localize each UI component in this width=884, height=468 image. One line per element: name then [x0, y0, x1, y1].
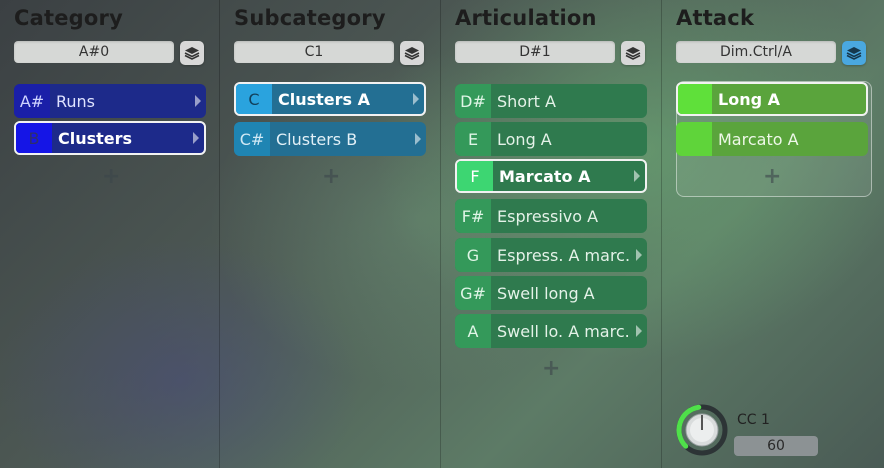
item-label: Espressivo A: [497, 206, 599, 226]
item-label: Runs: [56, 91, 96, 111]
cc-label: CC 1: [737, 412, 770, 428]
add-subcategory-plus-icon[interactable]: +: [322, 166, 340, 188]
knob-dial-icon: [676, 404, 728, 456]
item-key: A#: [14, 84, 50, 118]
articulation-item-short-a[interactable]: D# Short A: [455, 84, 647, 118]
arrow-right-icon: [413, 93, 419, 105]
attack-title: Attack: [676, 6, 755, 30]
articulation-item-marcato-a[interactable]: F Marcato A: [455, 159, 647, 193]
item-color-swatch: [678, 84, 712, 114]
add-articulation-plus-icon[interactable]: +: [542, 358, 560, 380]
articulation-item-espress-a-marc[interactable]: G Espress. A marc.: [455, 238, 647, 272]
articulation-field[interactable]: D#1: [455, 41, 615, 63]
attack-layer-button[interactable]: [842, 41, 866, 65]
stack-layers-icon: [846, 47, 862, 60]
arrow-right-icon: [193, 132, 199, 144]
category-title: Category: [14, 6, 123, 30]
add-category-plus-icon[interactable]: +: [102, 166, 120, 188]
category-layer-button[interactable]: [180, 41, 204, 65]
item-key: G#: [455, 276, 491, 310]
articulation-title: Articulation: [455, 6, 597, 30]
articulation-layer-button[interactable]: [621, 41, 645, 65]
subcategory-item-clusters-b[interactable]: C# Clusters B: [234, 122, 426, 156]
stack-layers-icon: [404, 47, 420, 60]
articulation-item-swell-long-a[interactable]: G# Swell long A: [455, 276, 647, 310]
stack-layers-icon: [625, 47, 641, 60]
subcategory-field[interactable]: C1: [234, 41, 394, 63]
attack-field[interactable]: Dim.Ctrl/A: [676, 41, 836, 63]
item-label: Clusters B: [276, 129, 358, 149]
category-item-clusters[interactable]: B Clusters: [14, 121, 206, 155]
arrow-right-icon: [634, 170, 640, 182]
arrow-right-icon: [636, 325, 642, 337]
subcategory-item-clusters-a[interactable]: C Clusters A: [234, 82, 426, 116]
item-label: Short A: [497, 91, 556, 111]
item-key: D#: [455, 84, 491, 118]
item-color-swatch: [676, 122, 712, 156]
articulation-item-espressivo-a[interactable]: F# Espressivo A: [455, 199, 647, 233]
item-key: B: [16, 123, 52, 153]
item-label: Long A: [497, 129, 552, 149]
arrow-right-icon: [195, 95, 201, 107]
item-key: A: [455, 314, 491, 348]
item-key: F: [457, 161, 493, 191]
item-label: Swell lo. A marc.: [497, 321, 630, 341]
arrow-right-icon: [636, 249, 642, 261]
item-key: F#: [455, 199, 491, 233]
item-label: Clusters A: [278, 89, 371, 109]
item-key: C: [236, 84, 272, 114]
category-field[interactable]: A#0: [14, 41, 174, 63]
add-attack-plus-icon[interactable]: +: [763, 166, 781, 188]
articulation-item-long-a[interactable]: E Long A: [455, 122, 647, 156]
cc-knob[interactable]: [676, 404, 728, 456]
item-label: Espress. A marc.: [497, 245, 631, 265]
subcategory-title: Subcategory: [234, 6, 386, 30]
item-label: Marcato A: [718, 129, 799, 149]
item-key: G: [455, 238, 491, 272]
item-label: Swell long A: [497, 283, 595, 303]
stack-layers-icon: [184, 47, 200, 60]
item-label: Clusters: [58, 128, 133, 148]
cc-value-field[interactable]: 60: [734, 436, 818, 456]
articulation-item-swell-lo-a-marc[interactable]: A Swell lo. A marc.: [455, 314, 647, 348]
category-item-runs[interactable]: A# Runs: [14, 84, 206, 118]
arrow-right-icon: [415, 133, 421, 145]
item-key: E: [455, 122, 491, 156]
item-label: Marcato A: [499, 166, 591, 186]
item-key: C#: [234, 122, 270, 156]
attack-item-marcato-a[interactable]: Marcato A: [676, 122, 868, 156]
subcategory-layer-button[interactable]: [400, 41, 424, 65]
item-label: Long A: [718, 89, 780, 109]
attack-item-long-a[interactable]: Long A: [676, 82, 868, 116]
